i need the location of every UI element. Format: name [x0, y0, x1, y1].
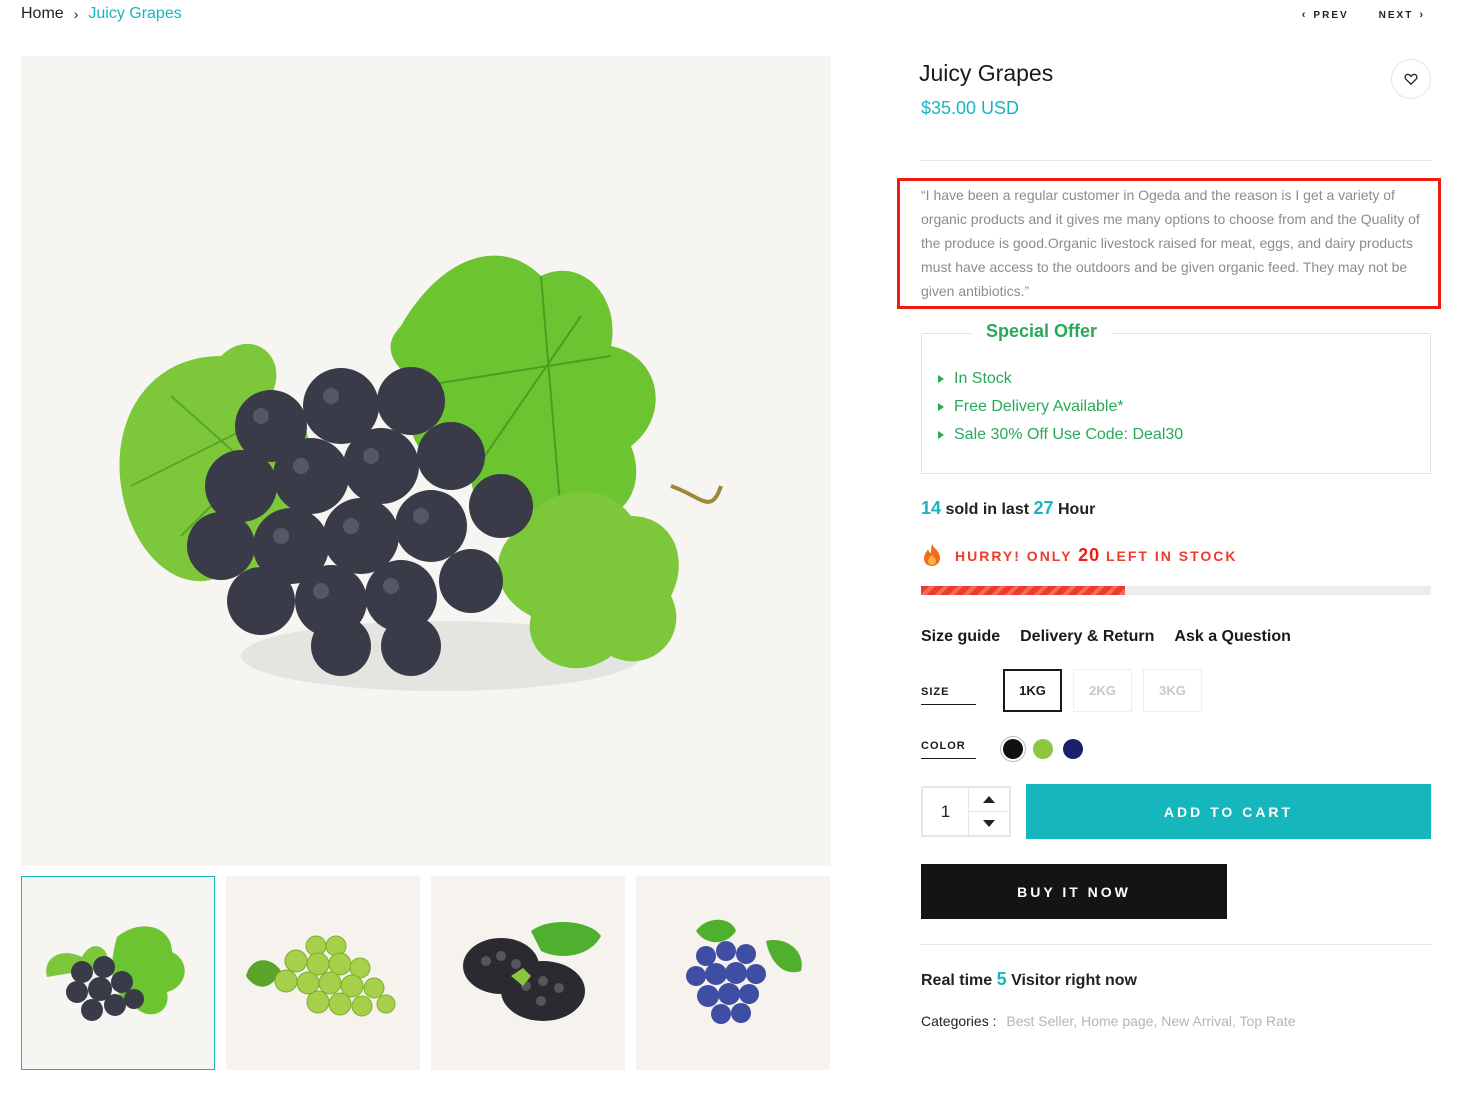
stock-prefix: HURRY! ONLY — [955, 547, 1073, 564]
color-selector — [1003, 739, 1083, 759]
fire-icon — [924, 544, 940, 566]
quantity-input[interactable]: 1 — [923, 788, 969, 835]
product-price: $35.00 USD — [921, 98, 1020, 118]
thumbnail-blue-grapes[interactable] — [636, 876, 830, 1070]
triangle-bullet-icon — [938, 431, 944, 439]
prev-next-nav: ‹ PREV NEXT › — [1296, 9, 1431, 21]
ask-question-link[interactable]: Ask a Question — [1174, 628, 1290, 646]
quantity-increase-button[interactable] — [969, 788, 1009, 812]
breadcrumb-home-link[interactable]: Home — [21, 5, 64, 23]
visitor-counter: Real time 5 Visitor right now — [921, 969, 1137, 990]
info-links: Size guide Delivery & Return Ask a Quest… — [921, 628, 1291, 646]
sold-hours: 27 — [1033, 498, 1054, 518]
triangle-bullet-icon — [938, 375, 944, 383]
product-description: “I have been a regular customer in Ogeda… — [921, 187, 1420, 299]
size-option-2kg[interactable]: 2KG — [1073, 669, 1132, 712]
offer-item: Free Delivery Available* — [938, 393, 1183, 421]
heart-icon — [1404, 73, 1418, 86]
categories-list[interactable]: Best Seller, Home page, New Arrival, Top… — [1006, 1013, 1295, 1029]
offer-item-label: Sale 30% Off Use Code: Deal30 — [954, 426, 1184, 443]
next-label: NEXT — [1378, 10, 1414, 21]
product-title: Juicy Grapes — [919, 60, 1054, 86]
visitor-prefix: Real time — [921, 972, 993, 989]
quantity-decrease-button[interactable] — [969, 812, 1009, 835]
green-grapes-thumb-image — [246, 935, 396, 1017]
size-guide-link[interactable]: Size guide — [921, 628, 1000, 646]
chevron-right-icon: › — [73, 6, 79, 22]
sold-text: sold in last — [945, 501, 1030, 518]
size-label: SIZE — [921, 686, 976, 705]
stepper-buttons — [969, 788, 1009, 835]
blue-grapes-thumb-image — [686, 919, 802, 1024]
sold-counter: 14 sold in last 27 Hour — [921, 498, 1095, 519]
thumbnail-blackberries[interactable] — [431, 876, 625, 1070]
stock-progress-fill — [921, 586, 1125, 595]
size-option-1kg[interactable]: 1KG — [1003, 669, 1062, 712]
offer-item-label: Free Delivery Available* — [954, 398, 1124, 415]
special-offer-title: Special Offer — [972, 321, 1112, 342]
quantity-stepper: 1 — [921, 786, 1011, 837]
categories: Categories : Best Seller, Home page, New… — [921, 1013, 1296, 1029]
divider — [921, 944, 1431, 945]
breadcrumb: Home › Juicy Grapes — [21, 5, 182, 23]
divider — [921, 160, 1431, 161]
special-offer-box: Special Offer In Stock Free Delivery Ava… — [921, 321, 1431, 474]
thumbnail-black-grapes[interactable] — [21, 876, 215, 1070]
prev-link[interactable]: ‹ PREV — [1296, 9, 1349, 21]
thumbnail-strip — [21, 876, 831, 1070]
chevron-left-icon: ‹ — [1301, 9, 1308, 21]
sold-suffix: Hour — [1058, 501, 1096, 518]
color-label: COLOR — [921, 740, 976, 759]
blackberries-thumb-image — [463, 921, 601, 1021]
grapes-image — [119, 255, 723, 691]
main-product-image[interactable] — [21, 56, 831, 866]
color-swatch-green[interactable] — [1033, 739, 1053, 759]
categories-label: Categories : — [921, 1013, 997, 1029]
color-swatch-black[interactable] — [1003, 739, 1023, 759]
offer-item-label: In Stock — [954, 370, 1012, 387]
offer-item: In Stock — [938, 365, 1183, 393]
wishlist-button[interactable] — [1391, 59, 1431, 99]
stock-alert: HURRY! ONLY 20 LEFT IN STOCK — [921, 543, 1238, 567]
stock-count: 20 — [1078, 544, 1101, 565]
chevron-right-icon: › — [1419, 9, 1425, 21]
breadcrumb-current: Juicy Grapes — [88, 5, 182, 22]
size-option-3kg[interactable]: 3KG — [1143, 669, 1202, 712]
stock-suffix: LEFT IN STOCK — [1105, 547, 1238, 564]
size-selector: 1KG 2KG 3KG — [1003, 669, 1202, 712]
visitor-count: 5 — [996, 969, 1007, 989]
sold-count: 14 — [921, 498, 942, 518]
caret-down-icon — [983, 820, 995, 827]
offer-item: Sale 30% Off Use Code: Deal30 — [938, 421, 1183, 449]
stock-progress-bar — [921, 586, 1431, 595]
thumbnail-green-grapes[interactable] — [226, 876, 420, 1070]
visitor-suffix: Visitor right now — [1011, 972, 1137, 989]
next-link[interactable]: NEXT › — [1379, 9, 1431, 21]
prev-label: PREV — [1313, 10, 1349, 21]
color-swatch-navy[interactable] — [1063, 739, 1083, 759]
special-offer-list: In Stock Free Delivery Available* Sale 3… — [938, 365, 1183, 449]
delivery-return-link[interactable]: Delivery & Return — [1020, 628, 1154, 646]
caret-up-icon — [983, 796, 995, 803]
black-grapes-thumb-image — [46, 926, 185, 1021]
triangle-bullet-icon — [938, 403, 944, 411]
add-to-cart-button[interactable]: ADD TO CART — [1026, 784, 1431, 839]
buy-now-button[interactable]: BUY IT NOW — [921, 864, 1227, 919]
